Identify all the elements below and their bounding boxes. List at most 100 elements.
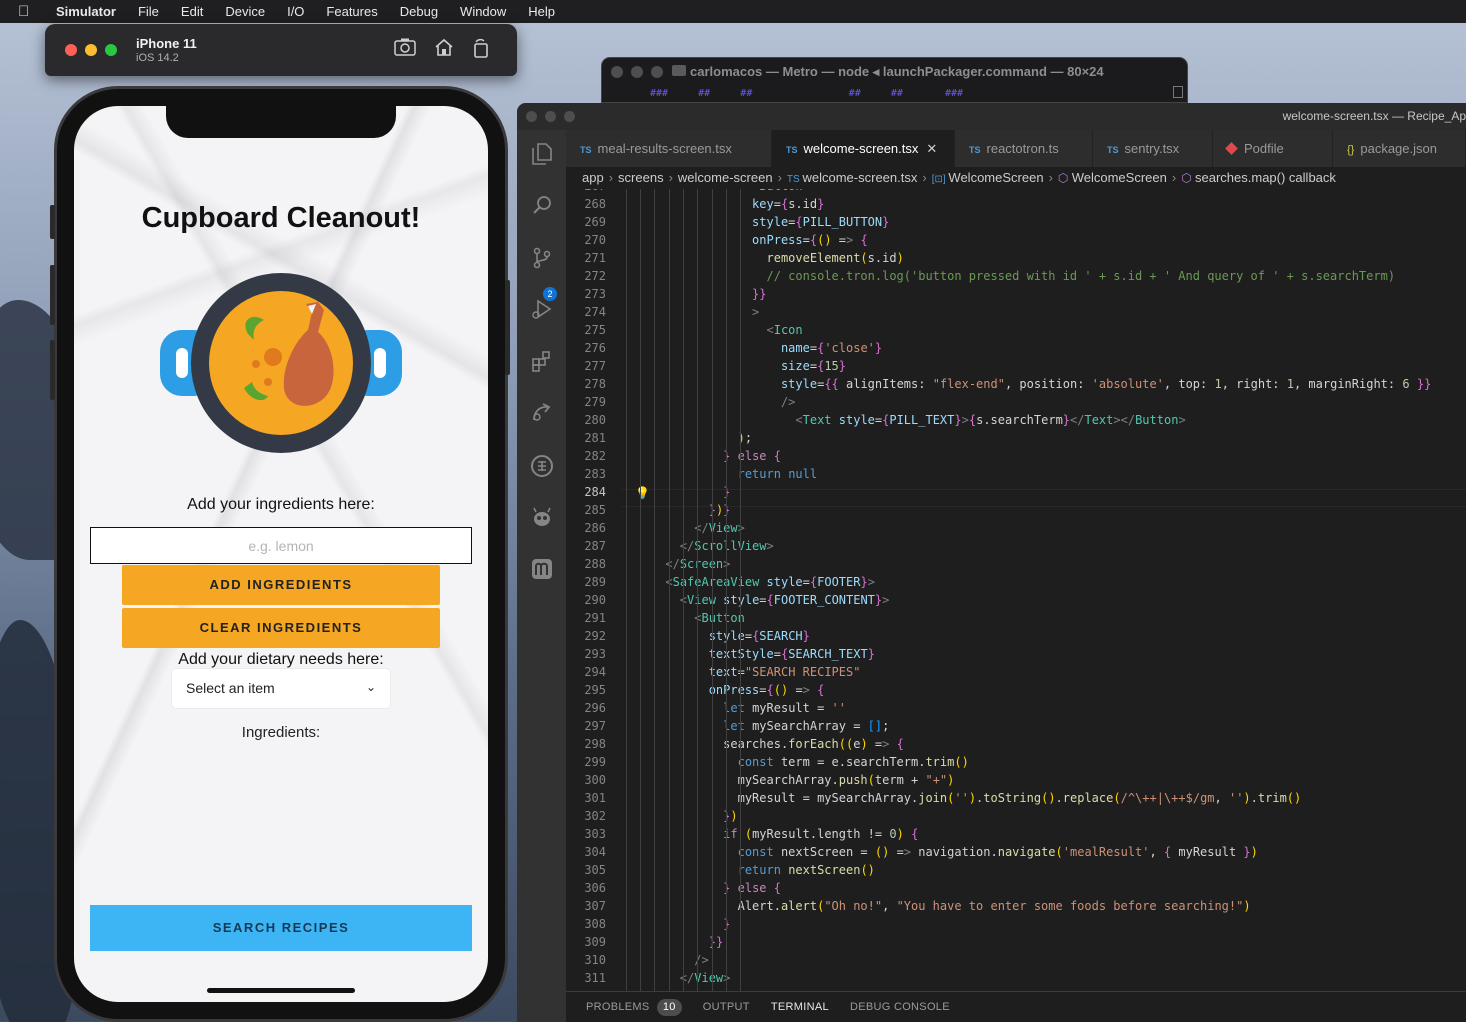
code-text: </View> (679, 971, 731, 985)
code-line: 310 /> (566, 951, 1466, 969)
indent-guide (726, 189, 727, 991)
code-line: 299 const term = e.searchTerm.trim() (566, 753, 1466, 771)
home-icon[interactable] (432, 38, 456, 62)
menu-file[interactable]: File (138, 4, 159, 19)
dietary-needs-select[interactable]: Select an item ⌄ (172, 669, 390, 708)
code-line: 291 <Button (566, 609, 1466, 627)
tab-debug-console[interactable]: DEBUG CONSOLE (850, 1001, 950, 1013)
code-text: const term = e.searchTerm.trim() (737, 755, 969, 769)
menu-io[interactable]: I/O (287, 4, 304, 19)
menu-app-simulator[interactable]: Simulator (56, 4, 116, 19)
breadcrumb-item[interactable]: screens (618, 170, 664, 185)
line-number: 296 (584, 701, 606, 715)
close-icon[interactable]: ✕ (926, 141, 937, 156)
rotate-icon[interactable] (469, 38, 493, 62)
explorer-icon[interactable] (529, 142, 555, 168)
indent-guide (626, 189, 627, 991)
tab-label: reactotron.ts (986, 141, 1059, 156)
simulator-title-bar: iPhone 11 iOS 14.2 (45, 24, 517, 76)
breadcrumb-separator-icon: › (922, 170, 927, 185)
ingredients-list-label: Ingredients: (241, 724, 321, 741)
breadcrumb-item[interactable]: app (582, 170, 604, 185)
tab-podfile[interactable]: Podfile (1213, 130, 1333, 167)
terminal-scroll-icon[interactable] (1173, 86, 1183, 98)
code-line: 311 </View> (566, 969, 1466, 987)
tab-welcome-screen[interactable]: TS welcome-screen.tsx ✕ (772, 130, 955, 167)
menu-device[interactable]: Device (225, 4, 265, 19)
line-number: 308 (584, 917, 606, 931)
breadcrumb-item[interactable]: WelcomeScreen (948, 170, 1043, 185)
home-indicator[interactable] (207, 988, 355, 993)
code-line: 300 mySearchArray.push(term + "+") (566, 771, 1466, 789)
code-line: 296 let myResult = '' (566, 699, 1466, 717)
m-extension-icon[interactable] (529, 558, 555, 584)
remote-explorer-icon[interactable] (529, 402, 555, 428)
json-file-icon: {} (1347, 144, 1355, 156)
alien-extension-icon[interactable] (529, 506, 555, 532)
menu-window[interactable]: Window (460, 4, 506, 19)
breadcrumb-item[interactable]: welcome-screen.tsx (802, 170, 917, 185)
search-recipes-button[interactable]: SEARCH RECIPES (90, 905, 472, 951)
code-line: 305 return nextScreen() (566, 861, 1466, 879)
code-text: let myResult = '' (723, 701, 846, 715)
code-line: 302 }) (566, 807, 1466, 825)
tab-meal-results-screen[interactable]: TS meal-results-screen.tsx (566, 130, 772, 167)
indent-guide (640, 189, 641, 991)
line-number: 276 (584, 341, 606, 355)
run-debug-icon[interactable] (529, 298, 555, 324)
tab-terminal[interactable]: TERMINAL (771, 1001, 829, 1013)
close-window-button[interactable] (65, 44, 77, 56)
apple-menu-icon[interactable]:  (18, 3, 36, 20)
menu-edit[interactable]: Edit (181, 4, 203, 19)
terminal-window: carlomacos — Metro — node ◂ launchPackag… (601, 57, 1188, 103)
source-control-icon[interactable] (529, 246, 555, 272)
breadcrumb-separator-icon: › (608, 170, 614, 185)
minimize-window-button[interactable] (85, 44, 97, 56)
breadcrumb-item[interactable]: WelcomeScreen (1072, 170, 1167, 185)
code-text: <Text style={PILL_TEXT}>{s.searchTerm}</… (795, 413, 1186, 427)
ingredients-input[interactable] (90, 527, 472, 564)
code-line: 306 } else { (566, 879, 1466, 897)
breadcrumb-item[interactable]: welcome-screen (678, 170, 773, 185)
react-native-icon[interactable] (529, 454, 555, 480)
line-number: 293 (584, 647, 606, 661)
breadcrumb-item[interactable]: searches.map() callback (1195, 170, 1336, 185)
silent-switch (50, 205, 55, 239)
vscode-close-button[interactable] (526, 111, 537, 122)
terminal-close-button[interactable] (611, 66, 623, 78)
terminal-zoom-button[interactable] (651, 66, 663, 78)
line-number: 304 (584, 845, 606, 859)
tab-package-json[interactable]: {} package.json (1333, 130, 1466, 167)
tab-problems[interactable]: PROBLEMS 10 (586, 999, 682, 1016)
typescript-file-icon: TS (1107, 145, 1119, 155)
code-editor[interactable]: 💡 267 <Button268 key={s.id}269 style={PI… (566, 189, 1466, 991)
vscode-minimize-button[interactable] (545, 111, 556, 122)
add-ingredients-button[interactable]: ADD INGREDIENTS (122, 565, 440, 605)
vscode-zoom-button[interactable] (564, 111, 575, 122)
extensions-icon[interactable] (529, 350, 555, 376)
search-icon[interactable] (529, 194, 555, 220)
line-number: 311 (584, 971, 606, 985)
breadcrumb-separator-icon: › (668, 170, 673, 185)
zoom-window-button[interactable] (105, 44, 117, 56)
code-text: } (622, 915, 730, 933)
phone-screen: Cupboard Cleanout! Add your ingredients … (74, 106, 488, 1002)
menu-debug[interactable]: Debug (400, 4, 438, 19)
line-number: 281 (584, 431, 606, 445)
line-number: 283 (584, 467, 606, 481)
code-text: searches.forEach((e) => { (622, 737, 904, 751)
line-number: 292 (584, 629, 606, 643)
editor-tabs: TS meal-results-screen.tsx TS welcome-scre… (566, 130, 1466, 167)
menu-features[interactable]: Features (326, 4, 377, 19)
tab-sentry[interactable]: TS sentry.tsx (1093, 130, 1213, 167)
tab-output[interactable]: OUTPUT (703, 1001, 750, 1013)
folder-icon (672, 65, 686, 76)
line-number: 268 (584, 197, 606, 211)
screenshot-icon[interactable] (393, 38, 417, 62)
clear-ingredients-button[interactable]: CLEAR INGREDIENTS (122, 608, 440, 648)
code-line: 270 onPress={() => { (566, 231, 1466, 249)
tab-reactotron[interactable]: TS reactotron.ts (955, 130, 1093, 167)
terminal-minimize-button[interactable] (631, 66, 643, 78)
code-text: } else { (723, 449, 781, 463)
menu-help[interactable]: Help (528, 4, 555, 19)
